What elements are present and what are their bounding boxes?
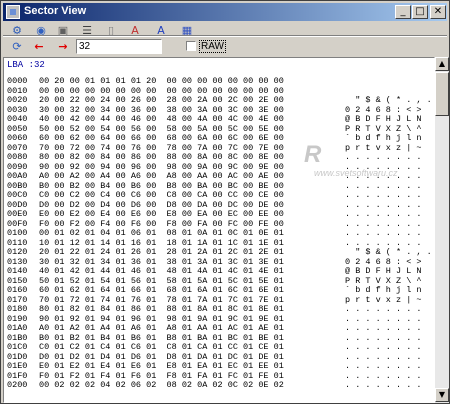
raw-checkbox[interactable] [186,41,196,51]
app-icon [6,5,20,19]
row-offset: 0200 [7,380,28,390]
refresh-icon[interactable]: ⟳ [9,39,25,55]
row-hex-bytes: 00 02 02 02 04 02 06 02 08 02 0A 02 0C 0… [39,380,284,390]
vertical-scrollbar[interactable]: ▲ ▼ [435,57,449,403]
close-button[interactable]: ✕ [430,5,446,19]
window-title: Sector View [24,5,87,17]
scroll-down-button[interactable]: ▼ [435,388,449,402]
scroll-up-button[interactable]: ▲ [435,57,449,71]
sector-number-input[interactable]: 32 [76,39,162,54]
raw-checkbox-label[interactable]: RAW [199,40,226,53]
scroll-thumb[interactable] [435,72,449,116]
maximize-button[interactable]: □ [412,5,428,19]
row-ascii: . . . . . . . . [345,380,422,390]
navigation-bar: ⟳ ← → 32 RAW [3,37,447,57]
hex-rows: 0000 00 20 00 01 01 01 01 20 00 00 00 00 … [7,76,434,391]
lba-label: LBA :32 [7,60,45,70]
back-arrow-button[interactable]: ← [31,39,47,55]
forward-arrow-button[interactable]: → [55,39,71,55]
sector-view-window: Sector View _ □ ✕ ⚙ ◉ ▣ ☰ ▯ A A ▦ ⟳ ← → … [0,0,450,404]
hex-row: 0200 00 02 02 02 04 02 06 02 08 02 0A 02 … [7,380,434,391]
title-bar[interactable]: Sector View _ □ ✕ [3,3,447,21]
hex-view[interactable]: LBA :32 R www.svetsoftwaru.cz 0000 00 20 … [3,57,435,403]
minimize-button[interactable]: _ [395,5,411,19]
